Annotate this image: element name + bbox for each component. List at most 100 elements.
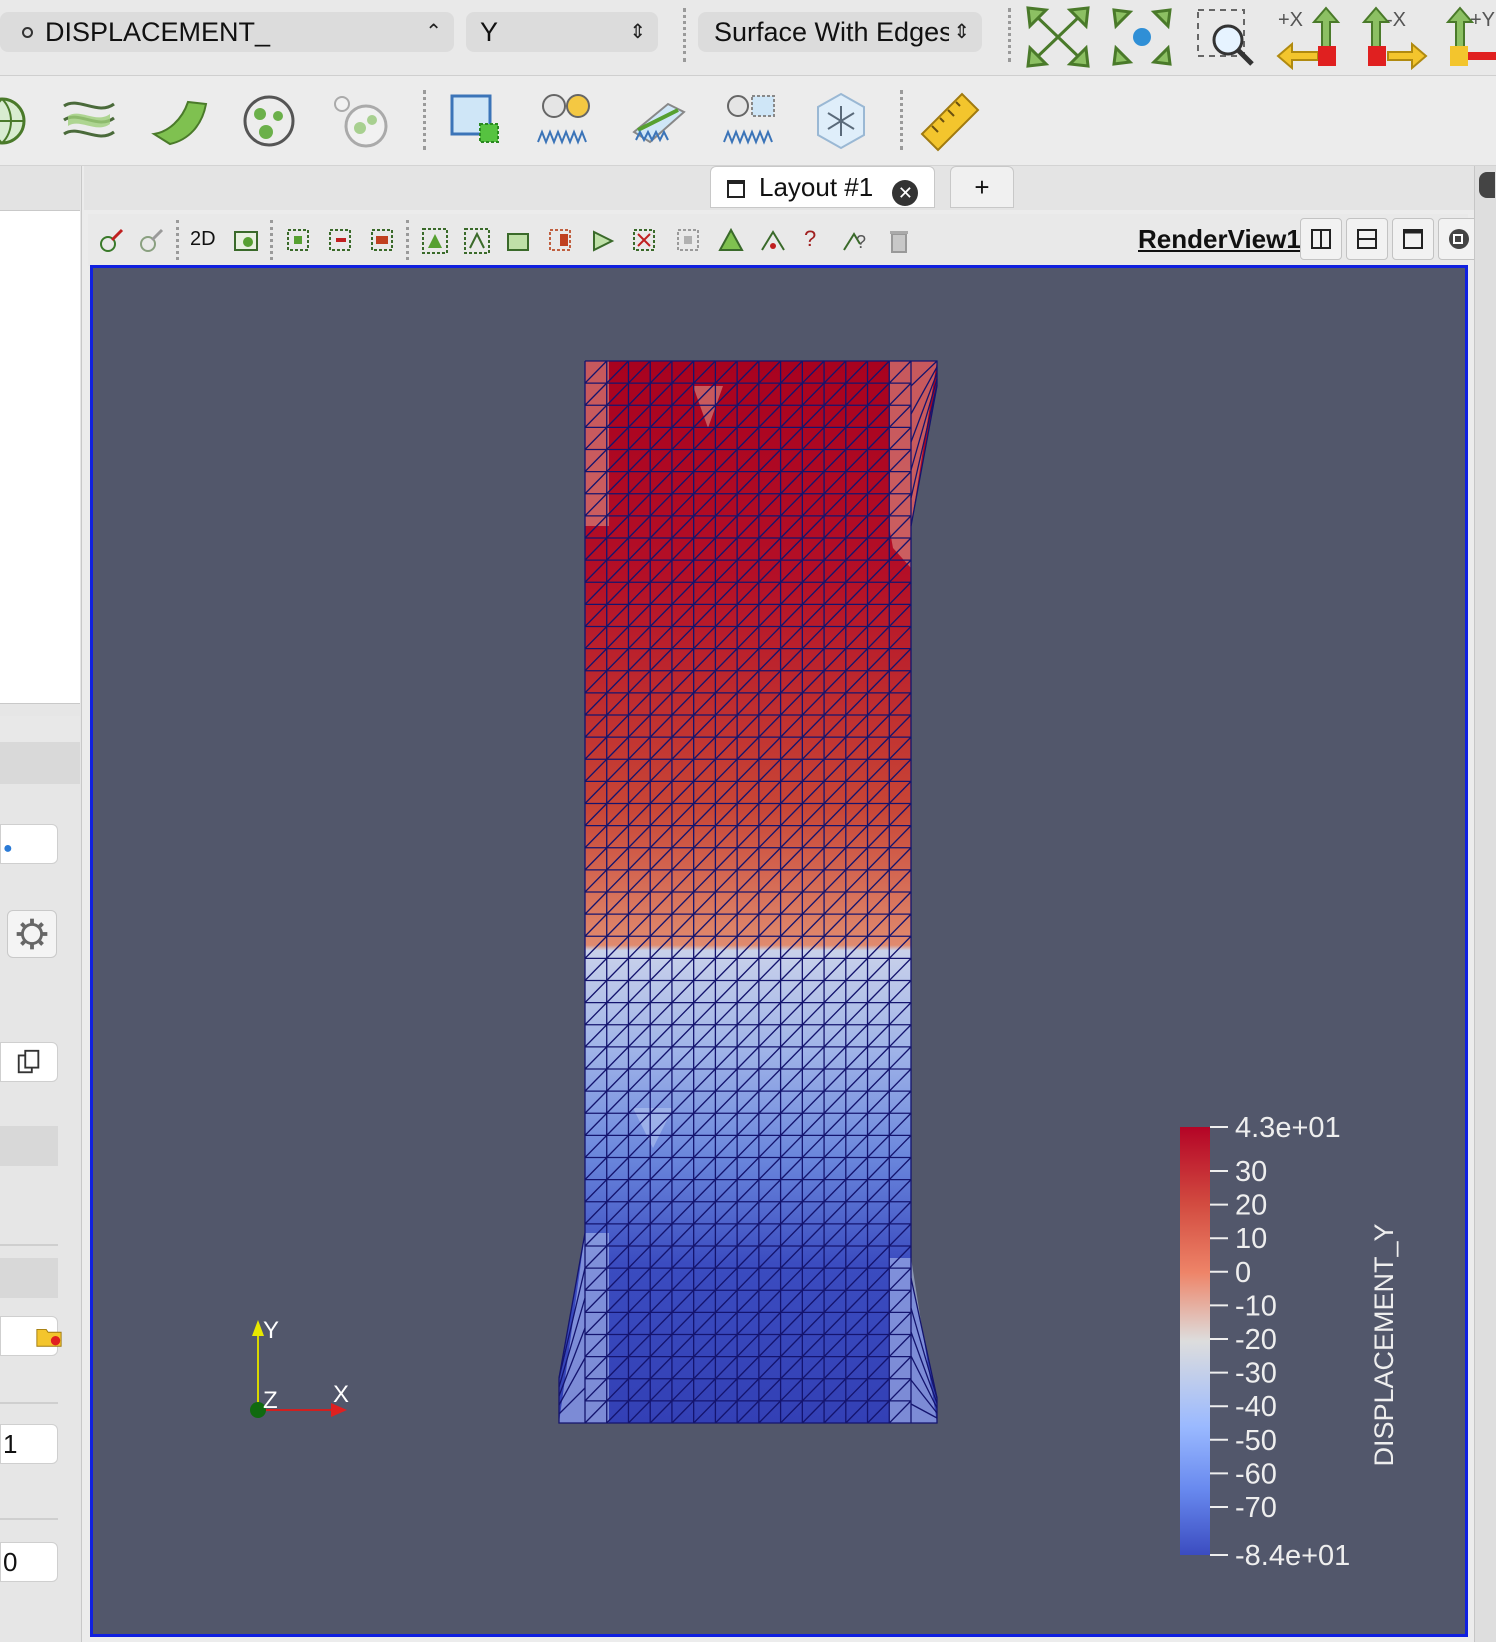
color-array-select[interactable]: DISPLACEMENT_ ⌃ — [0, 12, 454, 52]
zoom-closest-icon[interactable] — [1108, 4, 1176, 70]
plot-over-time-icon[interactable] — [534, 90, 596, 152]
select-cells-on-icon[interactable] — [284, 226, 314, 256]
zoom-to-box-icon[interactable] — [1192, 4, 1260, 70]
search-icon: ● — [3, 840, 13, 857]
toolbar-separator — [270, 220, 273, 260]
color-legend-tick-label: -70 — [1235, 1492, 1277, 1524]
split-vertical-icon — [1357, 229, 1377, 249]
set-view-direction-minus-x-icon[interactable]: -X — [1360, 4, 1428, 70]
contour-icon[interactable] — [58, 90, 120, 152]
glyph-filter-icon[interactable] — [238, 90, 300, 152]
color-legend-tick-label: 20 — [1235, 1190, 1267, 1222]
property-row-bar — [0, 1126, 58, 1166]
color-legend-tick-label: 30 — [1235, 1156, 1267, 1188]
clip-globe-icon[interactable] — [0, 90, 34, 152]
extract-selection-icon[interactable] — [446, 90, 508, 152]
toolbar-separator — [683, 8, 686, 62]
select-points-on-icon[interactable] — [326, 226, 356, 256]
find-data-button[interactable]: ? — [804, 226, 816, 252]
toolbar-separator — [1008, 8, 1011, 62]
select-polygon-points-icon[interactable] — [462, 226, 492, 256]
toolbar-separator — [900, 90, 903, 150]
axis-label-y: Y — [263, 1317, 279, 1344]
plot-over-line-icon[interactable] — [628, 90, 690, 152]
color-legend-tick-label: 10 — [1235, 1223, 1267, 1255]
color-legend-tick-label: -30 — [1235, 1358, 1277, 1390]
search-field[interactable]: ● — [0, 824, 58, 864]
set-view-direction-plus-x-icon[interactable]: +X — [1276, 4, 1344, 70]
split-horizontal-icon — [1311, 229, 1331, 249]
select-cells-through-icon[interactable] — [368, 226, 398, 256]
color-legend-tick-label: -20 — [1235, 1324, 1277, 1356]
toggle-2d-3d-button[interactable]: 2D — [190, 228, 216, 251]
reset-camera-icon[interactable] — [1024, 4, 1092, 70]
shrink-selection-icon[interactable] — [758, 226, 788, 256]
add-layout-button[interactable]: + — [950, 166, 1014, 208]
advanced-settings-button[interactable] — [7, 910, 57, 958]
color-legend: 4.3e+01 3020100-10-20-30-40-50-60-70 -8.4e… — [1180, 1112, 1399, 1572]
numeric-field-a[interactable]: 1 — [0, 1424, 58, 1464]
show-orientation-axes-icon[interactable] — [96, 226, 126, 256]
capture-screenshot-icon[interactable] — [232, 226, 262, 256]
interactive-select-cells-icon[interactable] — [546, 226, 576, 256]
divider — [0, 1402, 58, 1404]
folder-icon — [36, 1329, 62, 1347]
left-dock-panel: ● 1 0 — [0, 166, 82, 1642]
extract-subset-icon[interactable] — [330, 90, 392, 152]
toolbar-separator — [423, 90, 426, 150]
ruler-icon[interactable] — [918, 90, 980, 152]
color-legend-tick-label: 4.3e+01 — [1235, 1112, 1341, 1144]
svg-text:?: ? — [856, 232, 866, 252]
render-view-canvas[interactable]: Y Z X 4.3e+01 30 20 10 0 -10 -20 -30 -40 -50 -60 -7… — [90, 265, 1468, 1637]
right-dock-edge — [1474, 166, 1496, 1642]
properties-header — [0, 742, 80, 784]
snowflake-filter-icon[interactable] — [810, 90, 872, 152]
select-polygon-cells-icon[interactable] — [420, 226, 450, 256]
file-select-field[interactable] — [0, 1316, 62, 1356]
representation-select[interactable]: Surface With Edges ⇕ — [698, 12, 982, 52]
updown-chevron-icon: ⇕ — [949, 12, 970, 52]
color-legend-tick-label: -50 — [1235, 1425, 1277, 1457]
axis-label-z: Z — [263, 1387, 278, 1414]
divider — [0, 1244, 58, 1246]
tab-layout-1[interactable]: Layout #1 ✕ — [710, 166, 936, 208]
hover-cells-icon[interactable] — [630, 226, 660, 256]
component-select[interactable]: Y ⇕ — [466, 12, 658, 52]
query-selection-icon[interactable]: ? — [840, 226, 870, 256]
clear-selection-icon[interactable] — [884, 226, 914, 256]
color-legend-tick-label: -60 — [1235, 1458, 1277, 1490]
axis-label-x: X — [333, 1381, 349, 1408]
color-legend-tick-label: -8.4e+01 — [1235, 1540, 1350, 1572]
interactive-select-points-icon[interactable] — [588, 226, 618, 256]
hover-points-icon[interactable] — [674, 226, 704, 256]
pipeline-browser[interactable] — [0, 210, 80, 704]
color-legend-title: DISPLACEMENT_Y — [1369, 1223, 1399, 1466]
maximize-button[interactable] — [1392, 218, 1434, 260]
orientation-axes: Y Z X — [250, 1317, 349, 1418]
maximize-icon — [1403, 229, 1423, 249]
grow-selection-icon[interactable] — [716, 226, 746, 256]
point-data-icon — [22, 26, 33, 38]
close-dock-icon[interactable] — [1479, 172, 1495, 198]
color-legend-tick-label: 0 — [1235, 1257, 1251, 1289]
show-center-icon[interactable] — [136, 226, 166, 256]
split-horizontal-button[interactable] — [1300, 218, 1342, 260]
plot-selection-over-time-icon[interactable] — [720, 90, 782, 152]
copy-icon — [17, 1049, 40, 1074]
restore-icon — [1449, 229, 1469, 249]
render-view-toolbar: 2D ? ? RenderView1 — [88, 214, 1496, 266]
filters-toolbar — [0, 76, 1496, 166]
svg-text:-X: -X — [1386, 9, 1406, 31]
copy-row[interactable] — [0, 1042, 58, 1082]
updown-chevron-icon: ⇕ — [629, 21, 646, 43]
render-view-title[interactable]: RenderView1 — [1138, 224, 1301, 255]
close-tab-icon[interactable]: ✕ — [892, 180, 919, 206]
toolbar-separator — [406, 220, 409, 260]
slice-icon[interactable] — [148, 90, 210, 152]
split-vertical-button[interactable] — [1346, 218, 1388, 260]
updown-chevron-icon: ⌃ — [425, 21, 442, 43]
property-row-bar — [0, 1258, 58, 1298]
numeric-field-b[interactable]: 0 — [0, 1542, 58, 1582]
set-view-direction-plus-y-icon[interactable]: +Y — [1444, 4, 1496, 70]
select-blocks-icon[interactable] — [504, 226, 534, 256]
